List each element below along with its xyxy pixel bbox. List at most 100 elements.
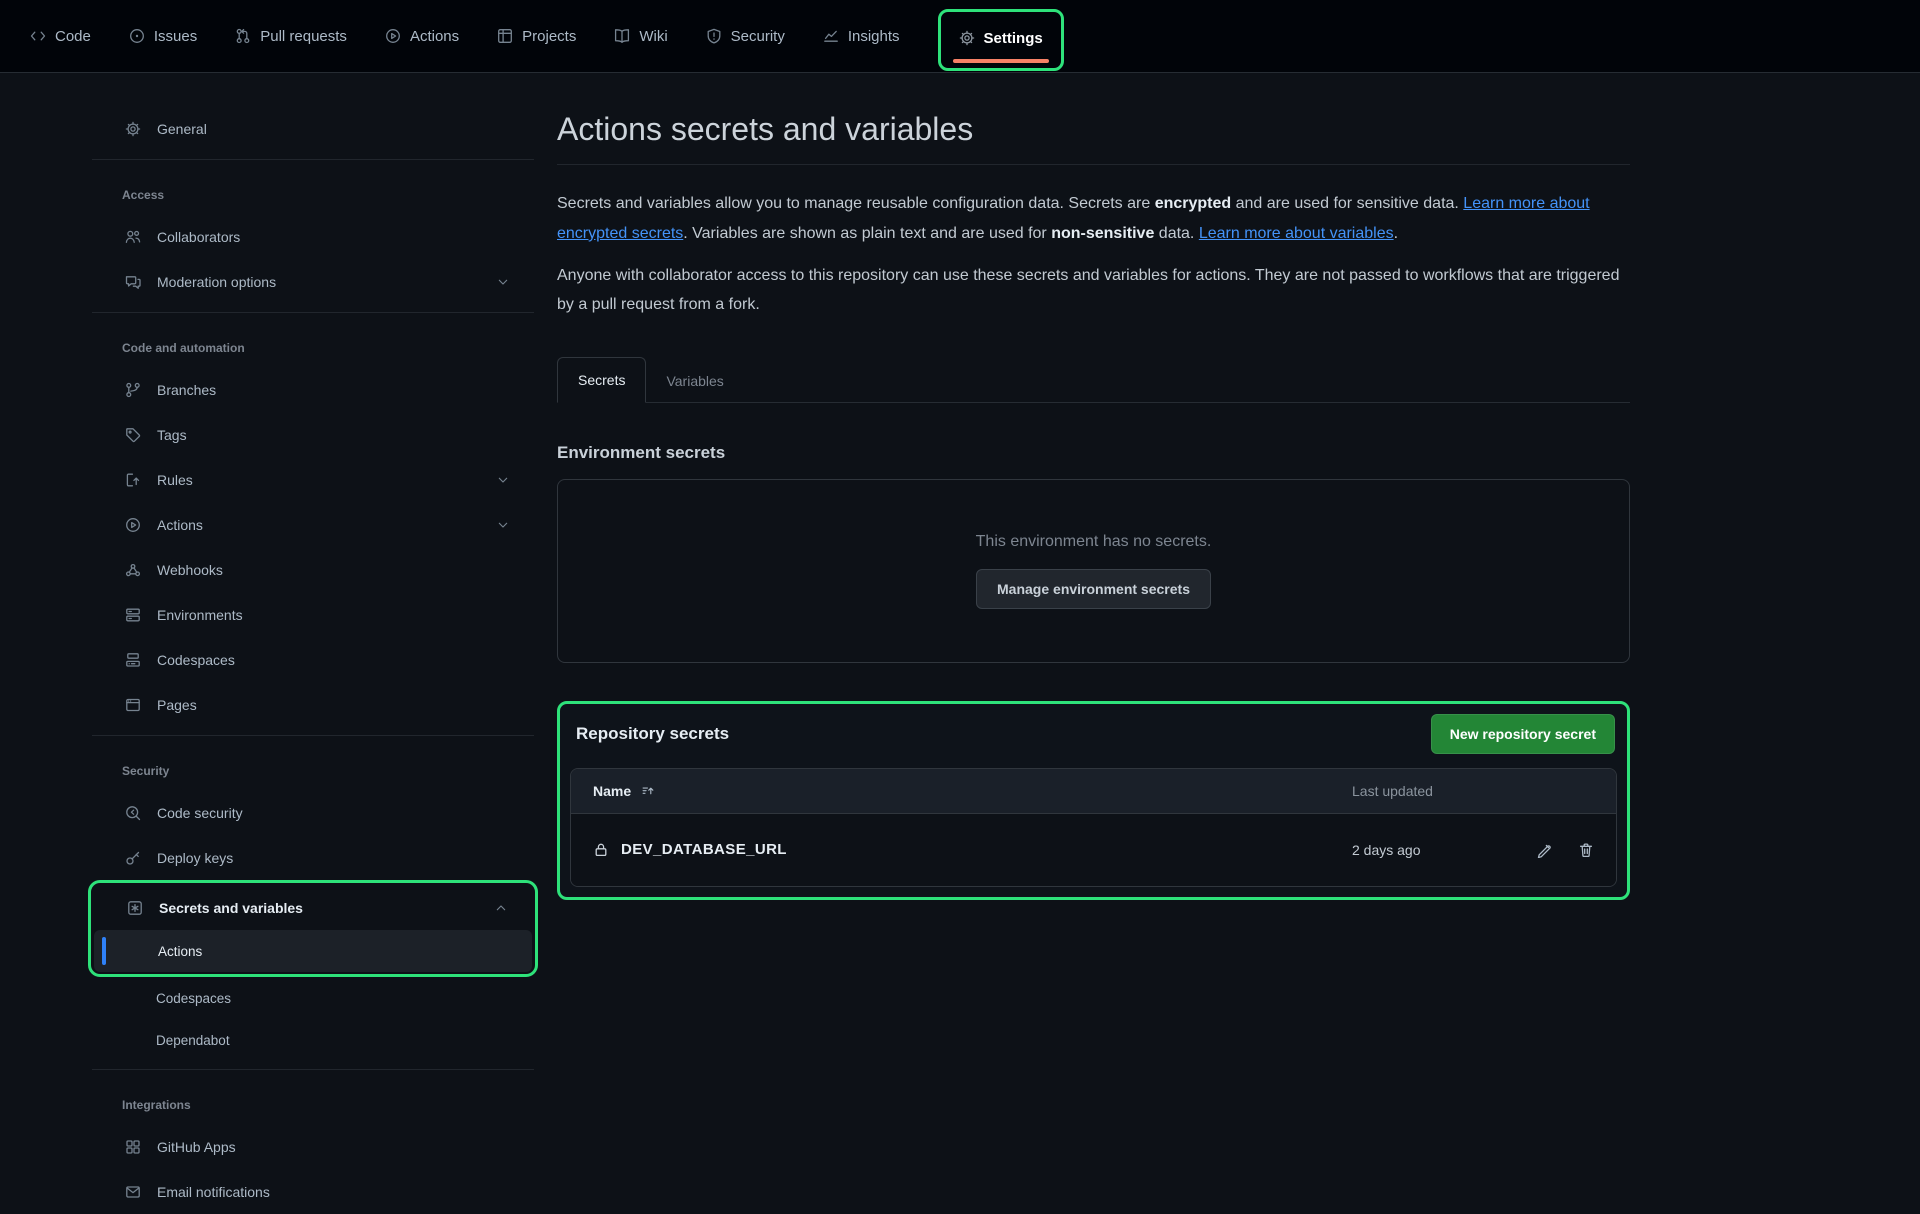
git-pull-request-icon bbox=[235, 28, 251, 44]
tab-wiki-label: Wiki bbox=[639, 28, 667, 45]
sort-asc-icon bbox=[641, 784, 655, 798]
sidebar-item-label: General bbox=[157, 121, 207, 137]
tab-security[interactable]: Security bbox=[706, 28, 785, 45]
settings-sidebar: General Access Collaborators Moderation … bbox=[92, 86, 534, 1214]
mail-icon bbox=[125, 1184, 141, 1200]
main-content: Actions secrets and variables Secrets an… bbox=[557, 86, 1630, 900]
sidebar-item-label: Actions bbox=[157, 517, 203, 533]
issue-opened-icon bbox=[129, 28, 145, 44]
sidebar-item-rules[interactable]: Rules bbox=[92, 457, 534, 502]
manage-environment-secrets-button[interactable]: Manage environment secrets bbox=[976, 569, 1211, 609]
tab-variables[interactable]: Variables bbox=[646, 359, 743, 403]
edit-pencil-icon[interactable] bbox=[1536, 842, 1552, 858]
sidebar-item-label: Moderation options bbox=[157, 274, 276, 290]
secret-row-right: 2 days ago bbox=[1352, 842, 1594, 858]
delete-trash-icon[interactable] bbox=[1578, 842, 1594, 858]
tab-secrets[interactable]: Secrets bbox=[557, 357, 646, 403]
secret-last-updated: 2 days ago bbox=[1352, 842, 1510, 858]
sidebar-item-label: GitHub Apps bbox=[157, 1139, 236, 1155]
server-icon bbox=[125, 607, 141, 623]
sidebar-divider bbox=[92, 159, 534, 160]
codespaces-icon bbox=[125, 652, 141, 668]
table-icon bbox=[497, 28, 513, 44]
table-header-row: Name Last updated bbox=[571, 769, 1616, 814]
sidebar-divider bbox=[92, 735, 534, 736]
sidebar-subitem-actions[interactable]: Actions bbox=[94, 930, 532, 972]
emphasis-text: encrypted bbox=[1155, 195, 1231, 212]
browser-icon bbox=[125, 697, 141, 713]
sidebar-divider bbox=[92, 312, 534, 313]
shield-icon bbox=[706, 28, 722, 44]
tab-issues[interactable]: Issues bbox=[129, 28, 197, 45]
sidebar-item-pages[interactable]: Pages bbox=[92, 682, 534, 727]
sidebar-item-email-notifications[interactable]: Email notifications bbox=[92, 1169, 534, 1214]
sidebar-item-codespaces[interactable]: Codespaces bbox=[92, 637, 534, 682]
secrets-variables-tabnav: Secrets Variables bbox=[557, 356, 1630, 403]
sidebar-item-label: Secrets and variables bbox=[159, 900, 303, 916]
sidebar-item-tags[interactable]: Tags bbox=[92, 412, 534, 457]
annotation-box-repository-secrets: Repository secrets New repository secret… bbox=[557, 701, 1630, 900]
sidebar-item-webhooks[interactable]: Webhooks bbox=[92, 547, 534, 592]
sidebar-item-branches[interactable]: Branches bbox=[92, 367, 534, 412]
sidebar-item-actions[interactable]: Actions bbox=[92, 502, 534, 547]
sidebar-item-label: Branches bbox=[157, 382, 216, 398]
code-icon bbox=[30, 28, 46, 44]
new-repository-secret-button[interactable]: New repository secret bbox=[1431, 714, 1615, 754]
sidebar-item-deploy-keys[interactable]: Deploy keys bbox=[92, 835, 534, 880]
sidebar-subitem-codespaces[interactable]: Codespaces bbox=[92, 977, 534, 1019]
sidebar-item-collaborators[interactable]: Collaborators bbox=[92, 214, 534, 259]
sidebar-section-integrations: Integrations bbox=[92, 1078, 534, 1124]
tab-projects-label: Projects bbox=[522, 28, 576, 45]
annotation-box-secrets-and-variables: Secrets and variables Actions bbox=[88, 880, 538, 977]
sidebar-subitem-label: Actions bbox=[158, 944, 202, 959]
git-branch-icon bbox=[125, 382, 141, 398]
codescan-icon bbox=[125, 805, 141, 821]
rules-icon bbox=[125, 472, 141, 488]
tab-pull-requests-label: Pull requests bbox=[260, 28, 347, 45]
sidebar-item-environments[interactable]: Environments bbox=[92, 592, 534, 637]
chevron-down-icon bbox=[496, 275, 510, 289]
sidebar-item-github-apps[interactable]: GitHub Apps bbox=[92, 1124, 534, 1169]
sidebar-item-label: Collaborators bbox=[157, 229, 240, 245]
repository-secrets-header: Repository secrets New repository secret bbox=[570, 712, 1617, 754]
secret-row: DEV_DATABASE_URL 2 days ago bbox=[571, 814, 1616, 886]
tab-actions[interactable]: Actions bbox=[385, 28, 459, 45]
sidebar-item-label: Codespaces bbox=[157, 652, 235, 668]
asterisk-box-icon bbox=[127, 900, 143, 916]
tab-pull-requests[interactable]: Pull requests bbox=[235, 28, 347, 45]
chevron-up-icon bbox=[494, 901, 508, 915]
gear-icon bbox=[959, 30, 975, 46]
intro-paragraph: Secrets and variables allow you to manag… bbox=[557, 189, 1630, 248]
environment-secrets-box: This environment has no secrets. Manage … bbox=[557, 479, 1630, 663]
environment-empty-message: This environment has no secrets. bbox=[976, 533, 1212, 551]
secret-name: DEV_DATABASE_URL bbox=[621, 841, 787, 858]
sidebar-item-moderation-options[interactable]: Moderation options bbox=[92, 259, 534, 304]
fork-note-paragraph: Anyone with collaborator access to this … bbox=[557, 261, 1630, 320]
tab-insights[interactable]: Insights bbox=[823, 28, 900, 45]
tab-insights-label: Insights bbox=[848, 28, 900, 45]
book-icon bbox=[614, 28, 630, 44]
people-icon bbox=[125, 229, 141, 245]
sidebar-subitem-dependabot[interactable]: Dependabot bbox=[92, 1019, 534, 1061]
chevron-down-icon bbox=[496, 473, 510, 487]
sidebar-subitem-label: Codespaces bbox=[156, 991, 231, 1006]
sidebar-item-code-security[interactable]: Code security bbox=[92, 790, 534, 835]
sidebar-item-general[interactable]: General bbox=[92, 106, 534, 151]
sidebar-section-access: Access bbox=[92, 168, 534, 214]
tab-code[interactable]: Code bbox=[30, 28, 91, 45]
tab-projects[interactable]: Projects bbox=[497, 28, 576, 45]
sidebar-item-secrets-and-variables[interactable]: Secrets and variables bbox=[94, 885, 532, 930]
active-tab-underline bbox=[953, 59, 1049, 63]
learn-more-link[interactable]: Learn more about variables bbox=[1199, 225, 1394, 242]
name-header-label: Name bbox=[593, 783, 631, 799]
graph-icon bbox=[823, 28, 839, 44]
gear-icon bbox=[125, 121, 141, 137]
environment-secrets-heading: Environment secrets bbox=[557, 443, 1630, 463]
name-column-header[interactable]: Name bbox=[593, 783, 1352, 799]
repository-secrets-heading: Repository secrets bbox=[576, 724, 729, 744]
sidebar-item-label: Environments bbox=[157, 607, 243, 623]
tab-wiki[interactable]: Wiki bbox=[614, 28, 667, 45]
tab-settings[interactable]: Settings bbox=[938, 9, 1064, 71]
repository-secrets-table: Name Last updated DEV_DATABASE_URL 2 day… bbox=[570, 768, 1617, 887]
sidebar-subitem-label: Dependabot bbox=[156, 1033, 230, 1048]
